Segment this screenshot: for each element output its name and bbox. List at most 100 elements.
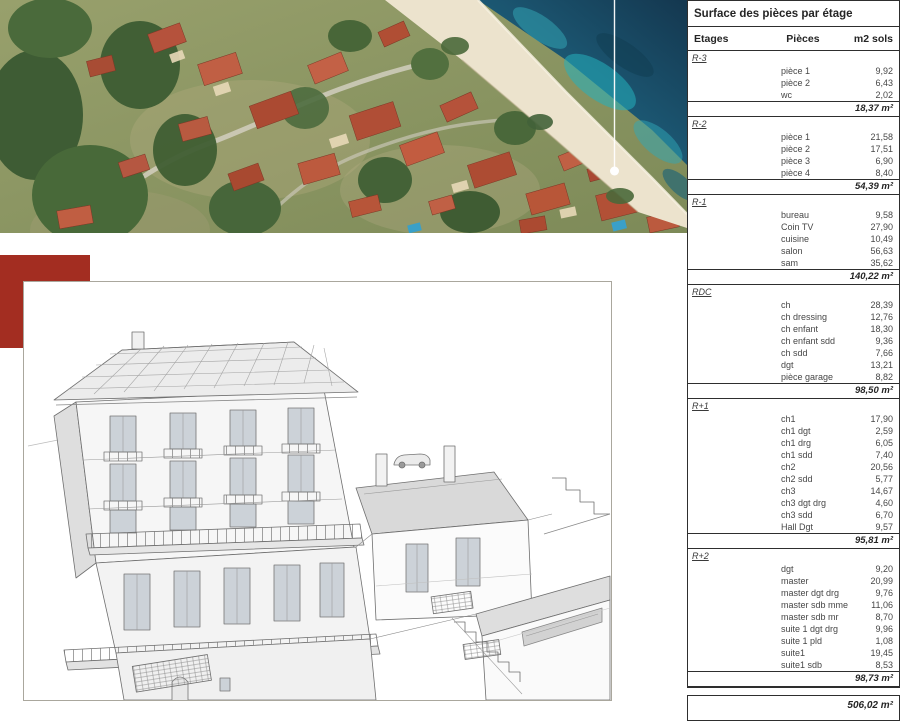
room-area: 20,99	[870, 575, 899, 587]
room-area: 35,62	[870, 257, 899, 269]
floor-subtotal: 140,22 m²	[688, 269, 899, 285]
room-area: 21,58	[870, 131, 899, 143]
table-sections: R-3pièce 19,92pièce 26,43wc2,0218,37 m²R…	[688, 51, 899, 687]
floor-section: R+1ch117,90ch1 dgt 2,59 ch1 drg 6,05ch1 sdd…	[688, 399, 899, 549]
room-area: 19,45	[870, 647, 899, 659]
room-area: 9,20	[875, 563, 899, 575]
surface-table-column: Surface des pièces par étage Etages Pièc…	[687, 0, 900, 721]
room-row: ch1 drg 6,05	[688, 437, 899, 449]
room-name: ch3	[688, 485, 796, 497]
room-row: ch3 sdd6,70	[688, 509, 899, 521]
room-area: 8,53	[875, 659, 899, 671]
room-area: 7,40	[875, 449, 899, 461]
room-row: wc2,02	[688, 89, 899, 101]
dossier-page: { "photo": { "alt": "Vue aérienne d'une …	[0, 0, 900, 696]
floor-label: R-2	[688, 117, 899, 131]
room-name: dgt	[688, 359, 794, 371]
room-name: master	[688, 575, 809, 587]
room-name: dgt	[688, 563, 794, 575]
room-row: pièce 19,92	[688, 65, 899, 77]
room-row: ch28,39	[688, 299, 899, 311]
room-area: 4,60	[875, 497, 899, 509]
room-area: 6,05	[875, 437, 899, 449]
room-area: 8,70	[875, 611, 899, 623]
room-name: suite1	[688, 647, 805, 659]
room-name: ch1 drg	[688, 437, 811, 449]
table-title: Surface des pièces par étage	[688, 1, 899, 27]
room-row: master 20,99	[688, 575, 899, 587]
room-row: suite1 19,45	[688, 647, 899, 659]
room-row: ch sdd7,66	[688, 347, 899, 359]
floor-section: R+2dgt9,20master20,99master dgt drg9,76m…	[688, 549, 899, 687]
room-row: ch2 sdd5,77	[688, 473, 899, 485]
room-name: ch1 dgt	[688, 425, 811, 437]
room-row: suite 1 dgt drg9,96	[688, 623, 899, 635]
room-row: suite 1 pld1,08	[688, 635, 899, 647]
room-row: master dgt drg9,76	[688, 587, 899, 599]
room-area: 9,92	[875, 65, 899, 77]
room-area: 5,77	[875, 473, 899, 485]
room-row: master sdb mme11,06	[688, 599, 899, 611]
room-name: ch2	[688, 461, 796, 473]
room-name: ch sdd	[688, 347, 808, 359]
col-header-m2: m2 sols	[854, 33, 893, 45]
room-name: suite 1 dgt drg	[688, 623, 838, 635]
room-area: 27,90	[870, 221, 899, 233]
floor-section: R-2pièce 121,58pièce 217,51pièce 36,90pi…	[688, 117, 899, 195]
room-row: bureau 9,58	[688, 209, 899, 221]
room-name: master sdb mr	[688, 611, 839, 623]
room-name: suite 1 pld	[688, 635, 822, 647]
room-name: Hall Dgt	[688, 521, 813, 533]
floor-subtotal: 54,39 m²	[688, 179, 899, 195]
room-name: bureau	[688, 209, 809, 221]
room-area: 2,59	[875, 425, 899, 437]
room-name: ch enfant sdd	[688, 335, 835, 347]
room-area: 9,57	[875, 521, 899, 533]
col-header-etages: Etages	[694, 33, 752, 45]
room-name: master dgt drg	[688, 587, 839, 599]
room-row: ch117,90	[688, 413, 899, 425]
room-row: ch314,67	[688, 485, 899, 497]
room-area: 17,90	[870, 413, 899, 425]
room-row: pièce 1 21,58	[688, 131, 899, 143]
room-row: ch1 sdd7,40	[688, 449, 899, 461]
room-row: dgt13,21	[688, 359, 899, 371]
grand-total: 506,02 m²	[687, 695, 900, 721]
aerial-photo	[0, 0, 687, 233]
room-name: Coin TV	[688, 221, 813, 233]
room-name: ch3 dgt drg	[688, 497, 826, 509]
surface-table: Surface des pièces par étage Etages Pièc…	[687, 0, 900, 688]
room-name: pièce 2	[688, 77, 810, 89]
room-area: 10,49	[870, 233, 899, 245]
room-name: cuisine	[688, 233, 809, 245]
floor-label: R-1	[688, 195, 899, 209]
room-name: pièce 4	[688, 167, 810, 179]
room-row: pièce 36,90	[688, 155, 899, 167]
room-row: sam35,62	[688, 257, 899, 269]
room-row: ch dressing12,76	[688, 311, 899, 323]
floor-subtotal: 98,50 m²	[688, 383, 899, 399]
room-row: pièce garage8,82	[688, 371, 899, 383]
room-row: pièce 48,40	[688, 167, 899, 179]
room-area: 12,76	[870, 311, 899, 323]
col-header-pieces: Pièces	[752, 33, 854, 45]
room-area: 18,30	[870, 323, 899, 335]
floor-label: R-3	[688, 51, 899, 65]
floor-label: R+1	[688, 399, 899, 413]
room-name: pièce 1	[688, 131, 810, 143]
room-row: Hall Dgt 9,57	[688, 521, 899, 533]
room-name: master sdb mme	[688, 599, 848, 611]
room-area: 6,90	[875, 155, 899, 167]
room-name: ch3 sdd	[688, 509, 813, 521]
room-row: ch enfant sdd 9,36	[688, 335, 899, 347]
floor-section: R-1bureau9,58Coin TV27,90cuisine10,49sal…	[688, 195, 899, 285]
room-row: ch1 dgt 2,59	[688, 425, 899, 437]
room-area: 2,02	[875, 89, 899, 101]
room-area: 6,43	[875, 77, 899, 89]
room-area: 9,36	[875, 335, 899, 347]
villa-wireframe-drawing	[24, 282, 611, 700]
room-row: master sdb mr 8,70	[688, 611, 899, 623]
room-area: 20,56	[870, 461, 899, 473]
room-area: 9,58	[875, 209, 899, 221]
room-row: suite1 sdb8,53	[688, 659, 899, 671]
